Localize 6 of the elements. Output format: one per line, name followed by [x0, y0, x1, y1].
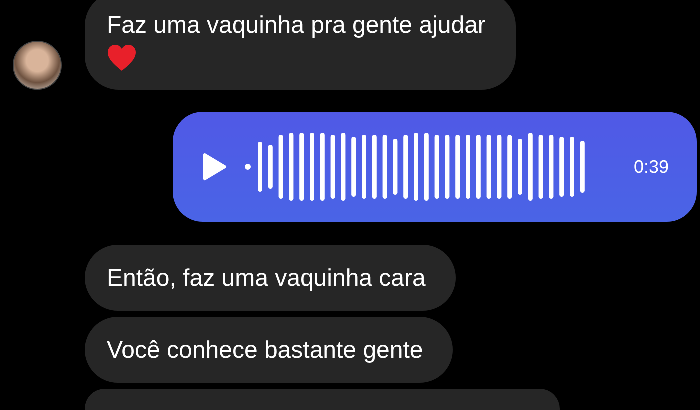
message-text: Você conhece bastante gente	[107, 337, 424, 365]
avatar[interactable]	[13, 41, 62, 90]
audio-duration: 0:39	[634, 156, 669, 178]
message-text: Faz uma vaquinha pra gente ajudar	[107, 12, 486, 40]
message-text: Então, faz uma vaquinha cara	[107, 265, 426, 293]
play-icon[interactable]	[203, 153, 227, 181]
